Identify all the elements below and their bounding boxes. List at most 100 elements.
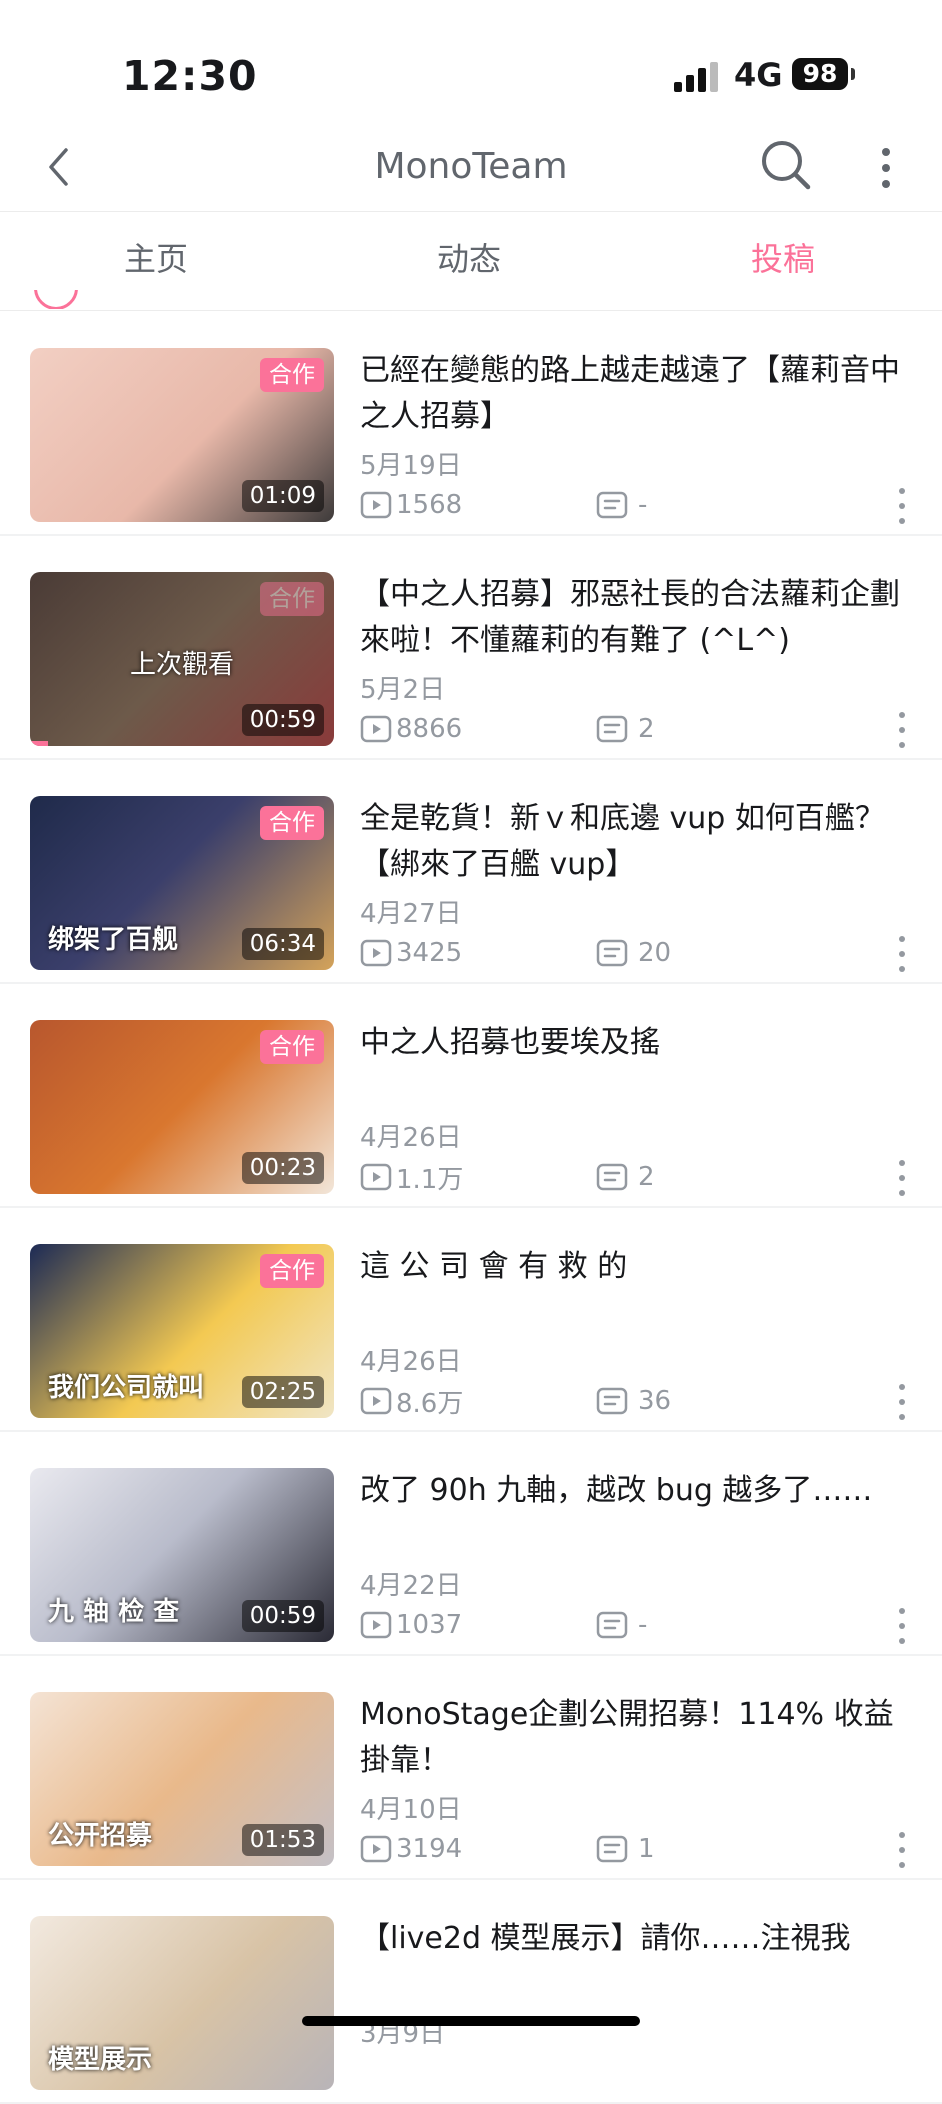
video-date: 4月10日 <box>360 1795 462 1825</box>
play-count-icon <box>360 1163 392 1191</box>
video-thumbnail[interactable]: 绑架了百舰 合作 06:34 <box>30 796 334 970</box>
item-more-button[interactable] <box>892 488 912 524</box>
signal-icon <box>674 62 718 92</box>
thumbnail-caption: 绑架了百舰 <box>48 925 179 955</box>
item-more-button[interactable] <box>892 1384 912 1420</box>
video-item[interactable]: 合作上次觀看 00:59 【中之人招募】邪惡社長的合法蘿莉企劃來啦！不懂蘿莉的有難了… <box>0 534 942 760</box>
video-duration: 01:09 <box>241 480 324 512</box>
comment-count: 1 <box>596 1832 655 1866</box>
play-count-icon <box>360 1387 392 1415</box>
video-title[interactable]: MonoStage企劃公開招募！114% 收益掛靠！ <box>360 1692 910 1784</box>
video-item[interactable]: 我们公司就叫 合作 02:25 這 公 司 會 有 救 的 4月26日 8.6万 36 <box>0 1206 942 1432</box>
comment-count: 20 <box>596 936 671 970</box>
play-all-icon <box>34 290 78 309</box>
collab-badge: 合作 <box>260 806 324 840</box>
search-icon <box>762 141 811 190</box>
video-date: 4月22日 <box>360 1571 462 1601</box>
tab-submissions[interactable]: 投稿 <box>751 234 815 284</box>
comment-count: 36 <box>596 1384 671 1418</box>
video-duration: 00:59 <box>241 704 324 736</box>
video-item[interactable]: 九 轴 检 查 00:59 改了 90h 九軸，越改 bug 越多了…… 4月22日 1… <box>0 1430 942 1656</box>
view-count: 1.1万 <box>360 1160 464 1195</box>
video-duration: 06:34 <box>241 928 324 960</box>
comment-count: 2 <box>596 1160 655 1194</box>
video-title[interactable]: 【中之人招募】邪惡社長的合法蘿莉企劃來啦！不懂蘿莉的有難了 (^L^) <box>360 572 910 664</box>
item-more-button[interactable] <box>892 1608 912 1644</box>
view-count: 8.6万 <box>360 1384 464 1419</box>
comment-count: - <box>596 488 647 522</box>
comment-icon <box>596 1835 628 1863</box>
video-item[interactable]: 模型展示 【live2d 模型展示】請你……注視我 3月9日 <box>0 1878 942 2104</box>
comment-count: 2 <box>596 712 655 746</box>
video-title[interactable]: 改了 90h 九軸，越改 bug 越多了…… <box>360 1468 910 1514</box>
video-date: 4月26日 <box>360 1123 462 1153</box>
video-thumbnail[interactable]: 九 轴 检 查 00:59 <box>30 1468 334 1642</box>
comment-count: - <box>596 1608 647 1642</box>
home-indicator <box>302 2016 640 2026</box>
comment-count-value: 36 <box>638 1386 672 1416</box>
view-count: 1037 <box>360 1608 462 1642</box>
video-title[interactable]: 中之人招募也要埃及搖 <box>360 1020 910 1066</box>
item-more-button[interactable] <box>892 1160 912 1196</box>
view-count: 1568 <box>360 488 462 522</box>
video-title[interactable]: 全是乾貨！新ｖ和底邊 vup 如何百艦？【綁來了百艦 vup】 <box>360 796 910 888</box>
video-thumbnail[interactable]: 公开招募 01:53 <box>30 1692 334 1866</box>
comment-count-value: 2 <box>638 714 655 744</box>
thumbnail-caption: 我们公司就叫 <box>48 1373 205 1403</box>
collab-badge: 合作 <box>260 582 324 616</box>
comment-count-value: 1 <box>638 1834 655 1864</box>
view-count-value: 3194 <box>396 1834 463 1864</box>
comment-count-value: - <box>638 490 648 520</box>
video-date: 5月19日 <box>360 451 462 481</box>
view-count-value: 1568 <box>396 490 463 520</box>
video-item[interactable]: 绑架了百舰 合作 06:34 全是乾貨！新ｖ和底邊 vup 如何百艦？【綁來了百艦 v… <box>0 758 942 984</box>
video-thumbnail[interactable]: 模型展示 <box>30 1916 334 2090</box>
comment-count-value: 20 <box>638 938 672 968</box>
video-title[interactable]: 【live2d 模型展示】請你……注視我 <box>360 1916 910 1962</box>
more-vertical-icon <box>882 148 890 188</box>
comment-icon <box>596 491 628 519</box>
collab-badge: 合作 <box>260 1254 324 1288</box>
video-title[interactable]: 這 公 司 會 有 救 的 <box>360 1244 910 1290</box>
video-item[interactable]: 合作 00:23 中之人招募也要埃及搖 4月26日 1.1万 2 <box>0 982 942 1208</box>
tab-home[interactable]: 主页 <box>124 234 188 284</box>
comment-count-value: 2 <box>638 1162 655 1192</box>
view-count-value: 8.6万 <box>396 1388 464 1419</box>
view-count-value: 1.1万 <box>396 1164 464 1195</box>
play-count-icon <box>360 1611 392 1639</box>
tab-dynamics[interactable]: 动态 <box>437 234 501 284</box>
view-count-value: 8866 <box>396 714 463 744</box>
video-date: 5月2日 <box>360 675 446 705</box>
video-duration: 00:23 <box>241 1152 324 1184</box>
comment-icon <box>596 939 628 967</box>
video-duration: 02:25 <box>241 1376 324 1408</box>
nav-bar: MonoTeam <box>0 125 942 211</box>
play-count-icon <box>360 491 392 519</box>
play-count-icon <box>360 1835 392 1863</box>
view-count: 3425 <box>360 936 462 970</box>
item-more-button[interactable] <box>892 1832 912 1868</box>
last-watched-label: 上次觀看 <box>129 650 234 680</box>
item-more-button[interactable] <box>892 712 912 748</box>
search-button[interactable] <box>756 135 816 195</box>
video-thumbnail[interactable]: 合作 00:23 <box>30 1020 334 1194</box>
play-count-icon <box>360 715 392 743</box>
video-thumbnail[interactable]: 合作上次觀看 00:59 <box>30 572 334 746</box>
video-thumbnail[interactable]: 我们公司就叫 合作 02:25 <box>30 1244 334 1418</box>
video-thumbnail[interactable]: 合作 01:09 <box>30 348 334 522</box>
video-date: 4月26日 <box>360 1347 462 1377</box>
status-time: 12:30 <box>122 52 258 100</box>
battery-tip <box>851 68 855 80</box>
video-title[interactable]: 已經在變態的路上越走越遠了【蘿莉音中之人招募】 <box>360 348 910 440</box>
thumbnail-caption: 九 轴 检 查 <box>48 1597 180 1627</box>
comment-icon <box>596 1163 628 1191</box>
item-more-button[interactable] <box>892 936 912 972</box>
view-count: 8866 <box>360 712 462 746</box>
play-all-bar-partial <box>0 290 942 309</box>
battery-icon: 98 <box>792 58 848 90</box>
video-item[interactable]: 合作 01:09 已經在變態的路上越走越遠了【蘿莉音中之人招募】 5月19日 1568 - <box>0 310 942 536</box>
comment-icon <box>596 1611 628 1639</box>
more-options-button[interactable] <box>866 137 906 197</box>
thumbnail-caption: 模型展示 <box>48 2045 153 2075</box>
video-item[interactable]: 公开招募 01:53 MonoStage企劃公開招募！114% 收益掛靠！ 4月10日… <box>0 1654 942 1880</box>
